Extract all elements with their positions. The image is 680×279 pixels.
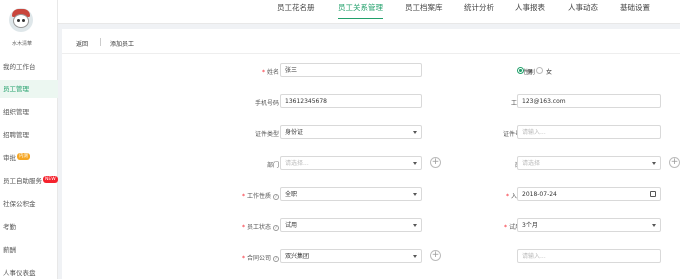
breadcrumb-divider [100,38,101,46]
tab-hr-reports[interactable]: 人事报表 [515,0,545,24]
gender-male-label: 男 [527,69,534,76]
tab-employee-relations[interactable]: 员工关系管理 [338,0,383,24]
position-placeholder: 请选择 [522,160,541,167]
status-label: * 员工状态? [189,222,279,231]
department-placeholder: 请选择... [285,160,309,167]
back-link[interactable]: 返回 [76,39,88,48]
sidebar-item-employee-management[interactable]: 员工管理 [0,80,58,98]
job-type-label: * 工作性质? [189,191,279,200]
username: 水木清華 [11,41,32,47]
job-type-label-text: 工作性质 [246,193,271,200]
chevron-down-icon [652,224,656,227]
beta-badge: 内测 [17,153,30,160]
id-type-value: 身份证 [285,129,304,136]
phone-input[interactable]: 13612345678 [280,94,422,108]
phone-label: 手机号码 [254,100,279,107]
main-content: 返回 添加员工 *姓名 张三 性别 男 女 手机号码 13612345678 工… [62,29,680,279]
tab-statistics[interactable]: 统计分析 [464,0,494,24]
chevron-down-icon [413,162,417,165]
required-mark: * [503,224,507,231]
hire-date-value: 2018-07-24 [522,191,557,198]
sidebar-item-recruitment[interactable]: 招聘管理 [0,126,58,144]
add-department-button[interactable]: + [430,157,441,168]
sidebar-item-organization[interactable]: 组织管理 [0,103,58,121]
name-label-text: 姓名 [266,69,279,76]
sidebar-item-self-service[interactable]: 员工自助服务 NEW [0,172,58,190]
sidebar-item-label: 社保公积金 [3,200,36,208]
gender-female-label: 女 [546,69,553,76]
name-label: * 姓名 [189,67,279,76]
tab-employee-roster[interactable]: 员工花名册 [277,0,315,24]
department-select[interactable]: 请选择... [280,156,422,170]
required-mark: * [241,255,245,262]
tab-basic-settings[interactable]: 基础设置 [620,0,650,24]
required-mark: * [241,193,245,200]
chevron-down-icon [413,193,417,196]
sidebar-item-label: 招聘管理 [3,131,29,139]
top-nav: 员工花名册 员工关系管理 员工档案库 统计分析 人事报表 人事动态 基础设置 [58,0,680,24]
company-label-text: 合同公司 [246,255,271,262]
sidebar-item-label: 薪酬 [3,246,16,254]
name-input[interactable]: 张三 [280,63,422,77]
sidebar-item-label: 组织管理 [3,108,29,116]
user-avatar[interactable] [9,8,33,32]
chevron-down-icon [652,162,656,165]
email-input[interactable]: 123@163.com [517,94,661,108]
avatar-face [13,14,29,28]
avatar-eye [22,19,25,22]
help-icon[interactable]: ? [273,256,279,262]
position-select[interactable]: 请选择 [517,156,661,170]
job-type-value: 全职 [285,191,298,198]
add-position-button[interactable]: + [669,157,680,168]
company-value: 双兴集团 [285,253,310,260]
page-title: 添加员工 [110,41,135,48]
probation-value: 3个月 [522,222,538,229]
id-type-select[interactable]: 身份证 [280,125,422,139]
department-label: 部门 [266,162,279,169]
sidebar-item-payroll[interactable]: 薪酬 [0,241,58,259]
sidebar-item-workbench[interactable]: 我的工作台 [0,58,58,76]
sidebar-item-dashboard[interactable]: 人事仪表盘 [0,264,58,279]
status-value: 试用 [285,222,298,229]
sidebar-item-label: 我的工作台 [3,63,36,71]
sidebar-item-label: 考勤 [3,223,16,231]
add-company-button[interactable]: + [430,250,441,261]
new-badge: NEW [43,176,58,183]
tab-employee-archive[interactable]: 员工档案库 [405,0,443,24]
calendar-icon[interactable] [650,191,656,197]
hire-date-input[interactable]: 2018-07-24 [517,187,661,201]
id-type-label: 证件类型 [254,131,279,138]
chevron-down-icon [413,224,417,227]
sidebar-item-label: 员工自助服务 [3,177,42,185]
sidebar-item-label: 员工管理 [3,85,29,93]
help-icon[interactable]: ? [273,194,279,200]
gender-male-radio[interactable] [517,67,524,74]
sidebar-item-label: 人事仪表盘 [3,269,36,277]
sidebar-item-attendance[interactable]: 考勤 [0,218,58,236]
status-label-text: 员工状态 [246,224,271,231]
job-type-select[interactable]: 全职 [280,187,422,201]
id-number-input[interactable]: 请输入... [517,125,661,139]
required-mark: * [261,69,265,76]
required-mark: * [505,193,509,200]
required-mark: * [241,224,245,231]
sidebar-item-label: 审批 [3,154,16,162]
avatar-eye [17,19,20,22]
help-icon[interactable]: ? [273,225,279,231]
chevron-down-icon [413,131,417,134]
sidebar-item-approval[interactable]: 审批 内测 [0,149,58,167]
company-select[interactable]: 双兴集团 [280,249,422,263]
employee-no-input[interactable]: 请输入... [517,249,661,263]
status-select[interactable]: 试用 [280,218,422,232]
sidebar: 水木清華 我的工作台 员工管理 组织管理 招聘管理 审批 内测 员工自助服务 NEW… [0,0,58,279]
gender-female-radio[interactable] [536,67,543,74]
header-divider [62,53,680,54]
probation-select[interactable]: 3个月 [517,218,661,232]
sidebar-item-social-security[interactable]: 社保公积金 [0,195,58,213]
chevron-down-icon [413,255,417,258]
company-label: * 合同公司? [189,253,279,262]
tab-hr-news[interactable]: 人事动态 [568,0,598,24]
